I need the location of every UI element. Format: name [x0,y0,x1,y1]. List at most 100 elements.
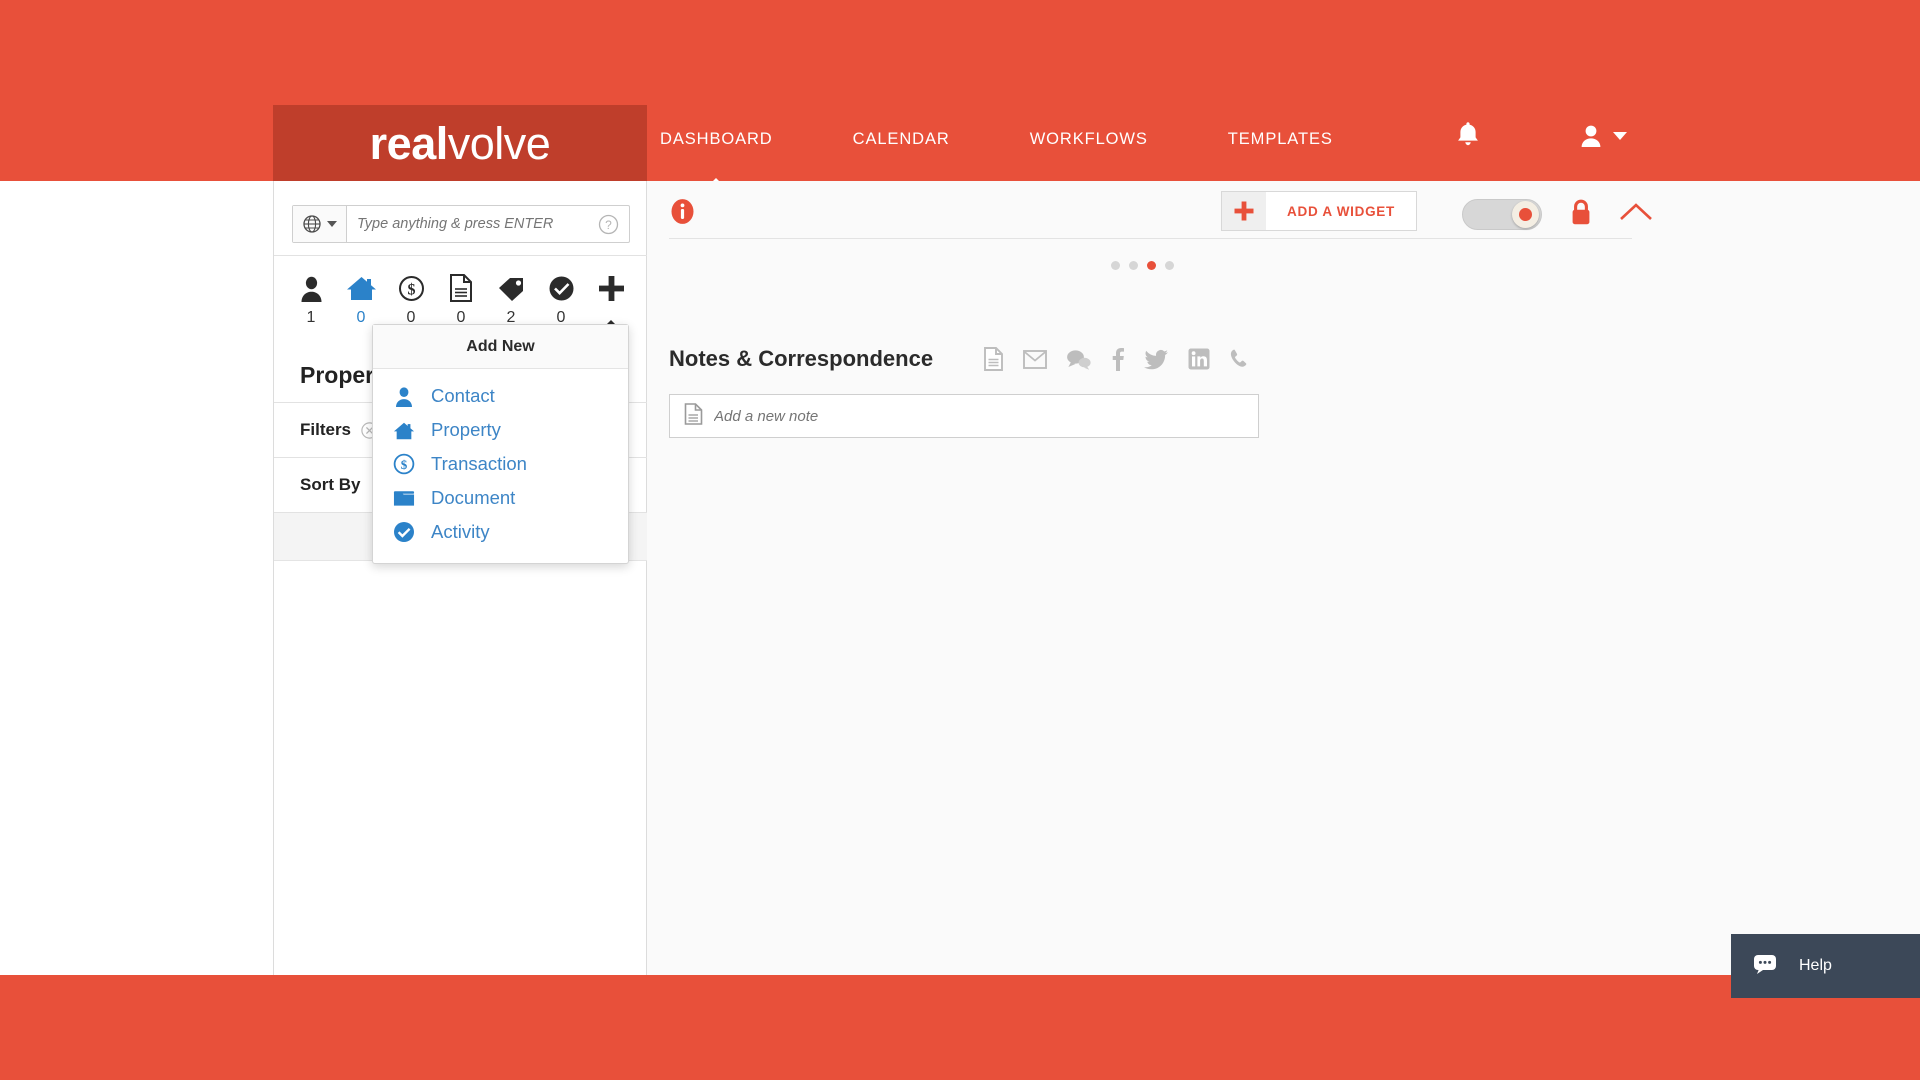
property-icon [346,273,377,303]
logo-text: realvolve [370,121,551,166]
search-input[interactable] [347,206,598,242]
app-header: realvolve DASHBOARD CALENDAR WORKFLOWS T… [0,0,1920,193]
user-avatar-icon [1581,125,1601,147]
nav-label-workflows: WORKFLOWS [1029,130,1148,148]
lock-icon[interactable] [1568,198,1594,232]
dashboard-toggle[interactable] [1462,199,1542,230]
add-new-label-transaction: Transaction [431,453,527,474]
check-circle-icon [393,521,415,543]
logo-bold: real [369,117,449,169]
info-icon[interactable] [669,198,696,230]
nav-label-calendar: CALENDAR [852,130,950,148]
help-chat-widget[interactable]: Help [1731,934,1920,998]
toggle-knob [1512,201,1539,228]
notes-widget: Notes & Correspondence [669,346,1269,438]
help-label: Help [1799,957,1832,974]
main-navigation: DASHBOARD CALENDAR WORKFLOWS TEMPLATES [660,120,1333,193]
record-icon-activity[interactable]: 0 [540,273,582,326]
carousel-dot[interactable] [1164,261,1174,270]
user-menu[interactable] [1578,122,1627,150]
add-note-field[interactable] [669,394,1259,438]
globe-icon [303,215,321,233]
dashboard-main: ADD A WIDGET Notes & Correspondence Add … [647,181,1920,975]
transaction-icon: $ [398,273,425,303]
question-circle-icon: ? [598,214,619,234]
dashboard-toolbar: ADD A WIDGET [647,181,1652,243]
folder-icon [393,488,415,508]
record-icon-add-new[interactable] [590,273,632,333]
add-new-label-property: Property [431,419,501,440]
bell-icon[interactable] [1455,120,1481,153]
nav-item-calendar[interactable]: CALENDAR [853,120,950,159]
chevron-down-icon [1613,132,1627,140]
notes-title: Notes & Correspondence [669,346,934,371]
document-icon [449,273,473,303]
record-count-property: 0 [356,309,366,326]
nav-item-dashboard[interactable]: DASHBOARD [660,120,773,193]
add-widget-button[interactable]: ADD A WIDGET [1221,191,1417,231]
contact-icon [299,273,324,303]
add-widget-label: ADD A WIDGET [1287,203,1395,219]
add-new-icon [597,273,626,303]
note-icon[interactable] [983,347,1004,371]
search-row: ? [274,193,648,255]
note-icon [684,402,703,430]
record-icon-tag[interactable]: 2 [490,273,532,326]
toolbar-divider [669,238,1632,239]
linkedin-icon[interactable] [1188,348,1210,370]
phone-icon[interactable] [1229,348,1251,370]
add-new-label-contact: Contact [431,385,495,406]
transaction-icon: $ [393,453,415,475]
app-footer [0,975,1920,1080]
contact-icon [393,386,415,407]
record-icon-document[interactable]: 0 [440,273,482,326]
svg-text:$: $ [407,281,415,298]
add-new-dropdown-title: Add New [373,325,628,369]
add-new-dropdown-list: Contact Property $ Transaction Document … [373,369,628,563]
chevron-up-icon[interactable] [1619,201,1653,228]
record-icon-contact[interactable]: 1 [290,273,332,326]
carousel-dot-active[interactable] [1146,261,1156,270]
add-new-label-document: Document [431,487,516,508]
content-area: ? 1 [0,181,1920,975]
tag-icon [497,273,526,303]
search-help-button[interactable]: ? [598,206,629,242]
nav-label-templates: TEMPLATES [1227,130,1333,148]
facebook-icon[interactable] [1111,347,1125,371]
property-icon [393,420,415,441]
notes-filter-icons [983,347,1251,371]
record-icon-property[interactable]: 0 [340,273,382,326]
chevron-down-icon [327,221,337,227]
chat-icon[interactable] [1066,349,1092,370]
notes-header: Notes & Correspondence [669,346,1269,372]
search-scope-selector[interactable] [293,206,347,242]
filters-label: Filters [300,420,352,439]
add-new-item-property[interactable]: Property [373,413,628,447]
email-icon[interactable] [1023,349,1048,369]
search-box: ? [292,205,630,243]
widget-carousel-dots [647,261,1637,270]
logo-light: volve [447,117,551,169]
activity-icon [548,273,575,303]
add-new-item-document[interactable]: Document [373,481,628,515]
add-new-item-activity[interactable]: Activity [373,515,628,549]
record-icon-transaction[interactable]: $ 0 [390,273,432,326]
nav-item-workflows[interactable]: WORKFLOWS [1030,120,1148,159]
record-type-strip: 1 0 $ 0 0 2 0 [274,255,648,333]
plus-icon [1222,192,1266,230]
left-sidebar: ? 1 [273,181,648,975]
add-new-item-transaction[interactable]: $ Transaction [373,447,628,481]
svg-text:$: $ [401,457,408,472]
carousel-dot[interactable] [1128,261,1138,270]
twitter-icon[interactable] [1144,349,1169,370]
nav-item-templates[interactable]: TEMPLATES [1228,120,1333,159]
carousel-dot[interactable] [1110,261,1120,270]
record-count-contact: 1 [306,309,316,326]
realvolve-logo[interactable]: realvolve [273,105,647,181]
add-new-dropdown: Add New Contact Property $ Transaction D… [372,324,629,564]
nav-label-dashboard: DASHBOARD [660,130,773,148]
add-note-input[interactable] [714,407,1244,425]
svg-text:?: ? [605,218,612,232]
chat-bubble-icon [1753,954,1777,979]
add-new-item-contact[interactable]: Contact [373,379,628,413]
